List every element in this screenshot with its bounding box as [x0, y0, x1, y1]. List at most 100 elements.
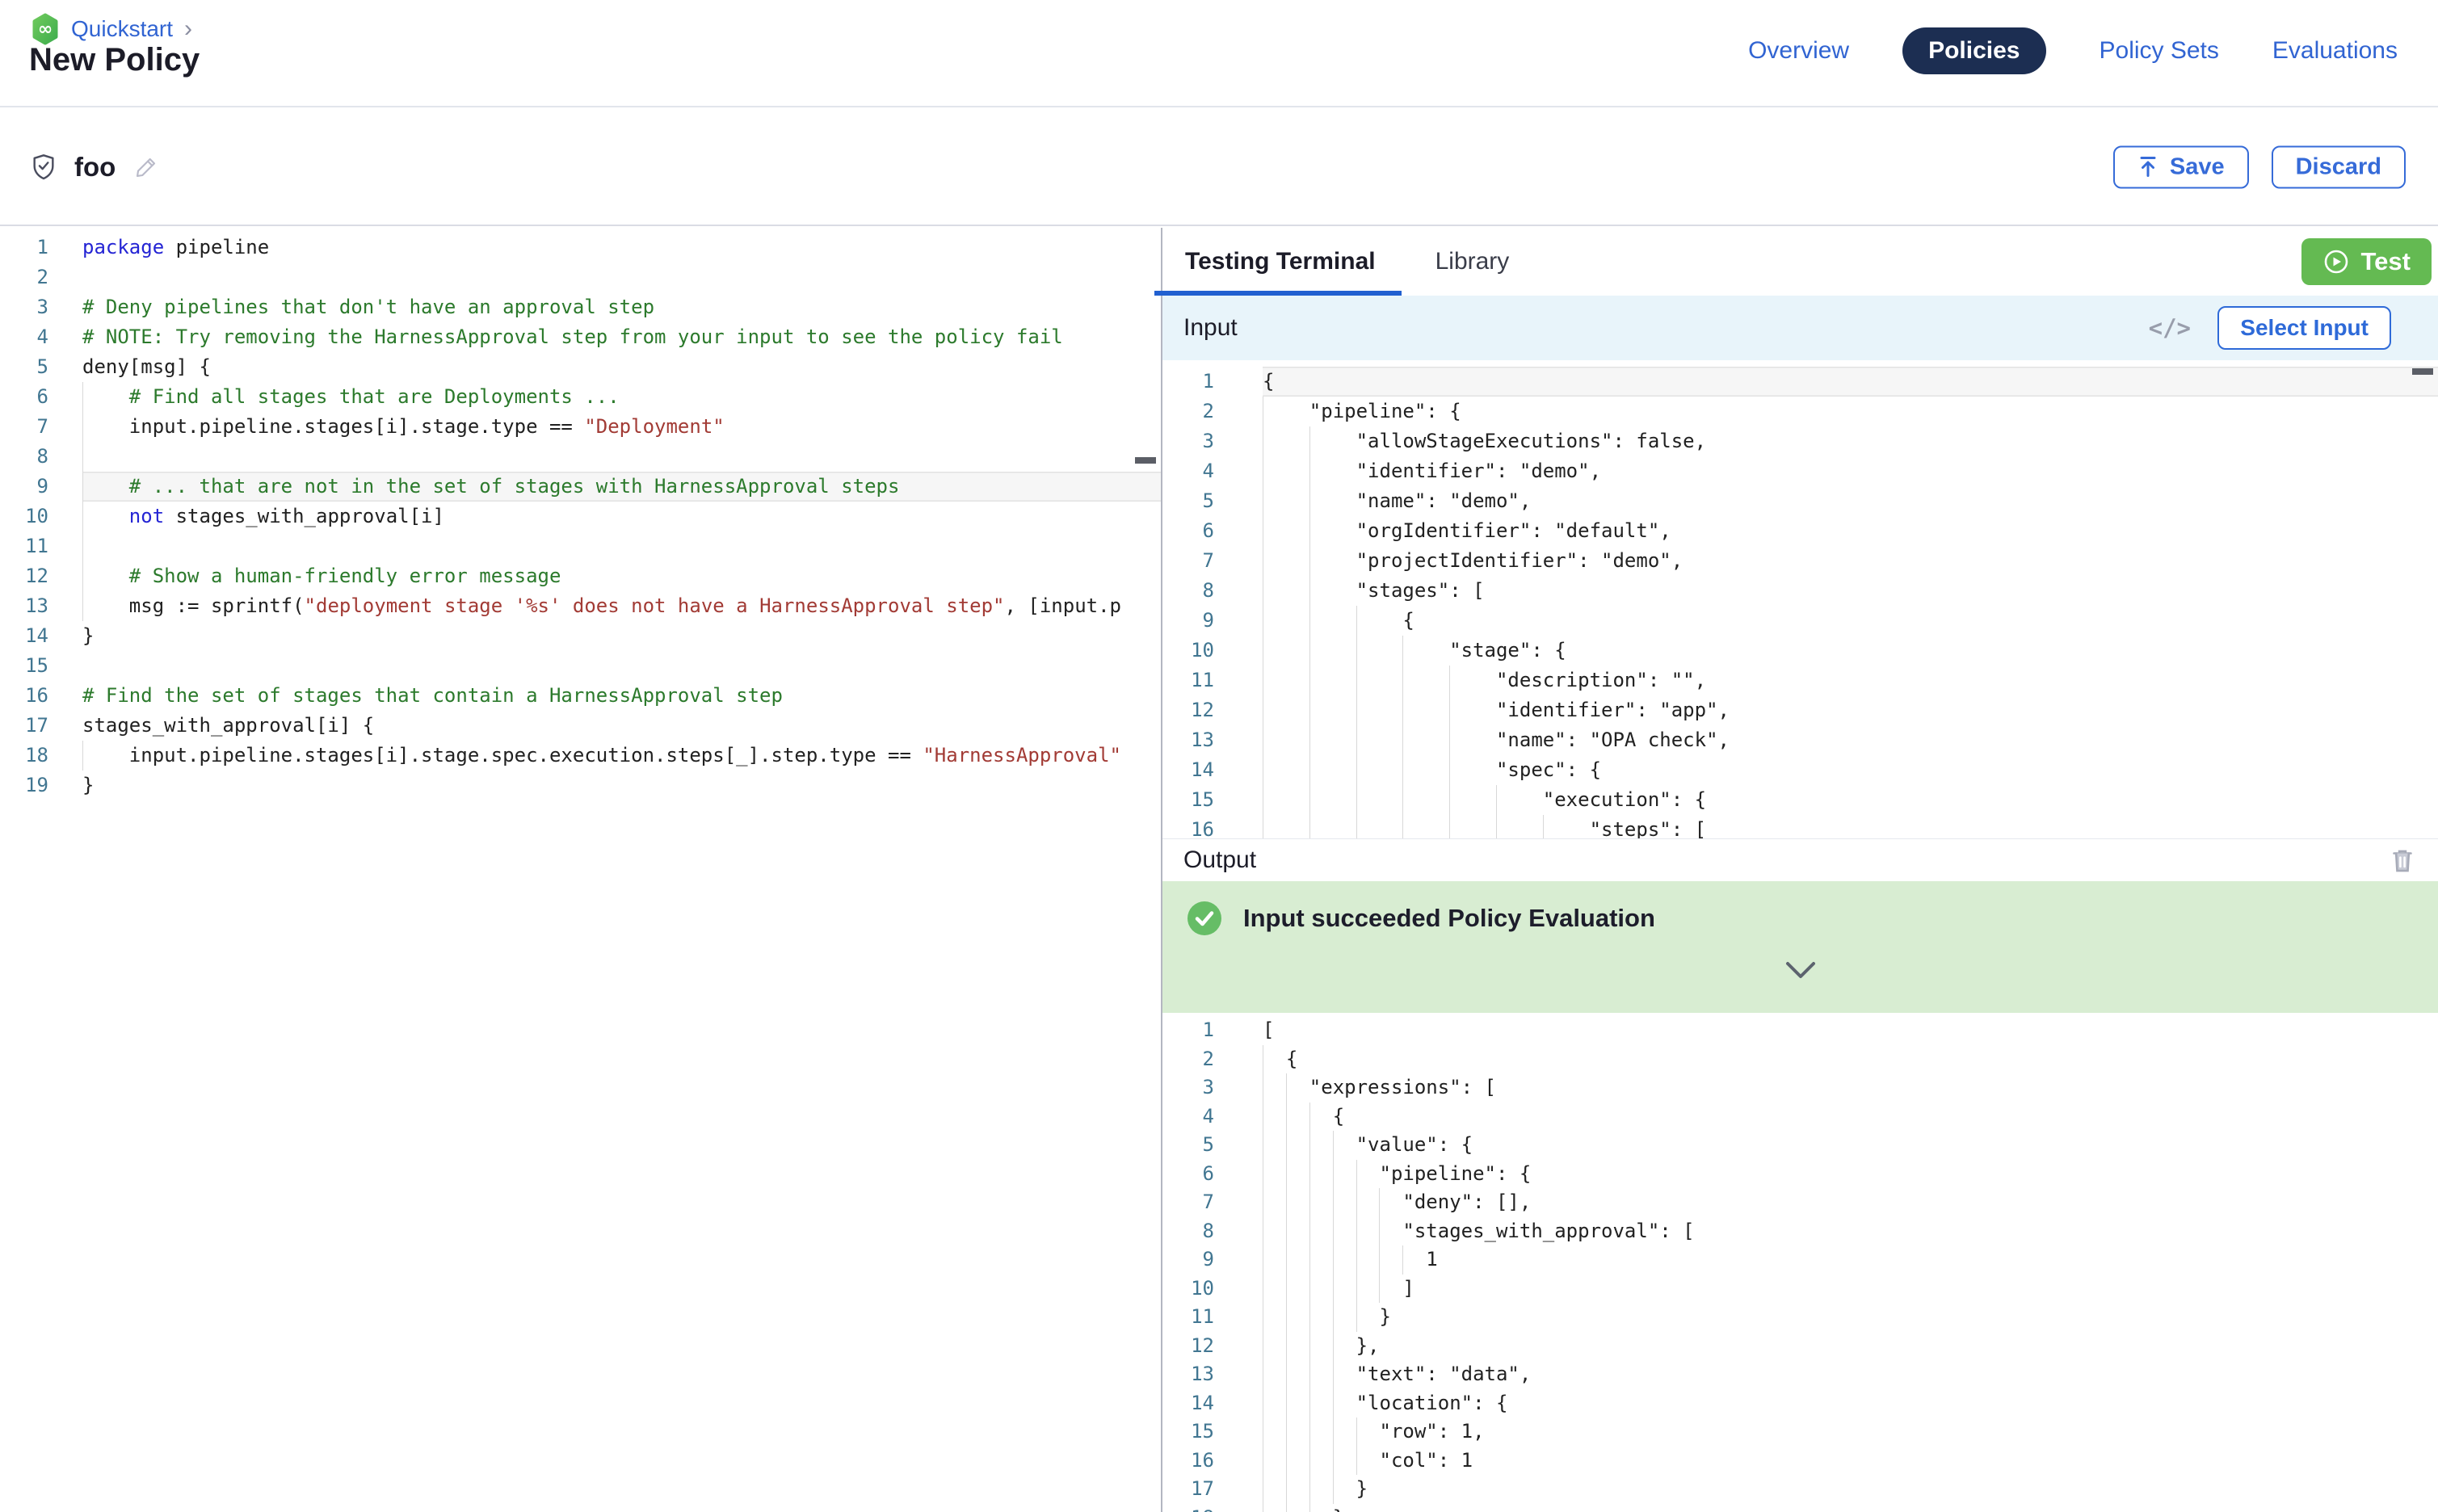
- breadcrumb-project-link[interactable]: Quickstart: [71, 16, 173, 42]
- line-number: 15: [1162, 785, 1263, 815]
- indent-guide: [82, 502, 83, 531]
- policy-editor-page: ∞ Quickstart › New Policy Overview Polic…: [0, 0, 2438, 1512]
- code-line: 8 "stages": [: [1162, 576, 2438, 606]
- line-number: 5: [0, 352, 82, 382]
- line-number: 15: [0, 651, 82, 681]
- line-number: 2: [1162, 1045, 1263, 1074]
- policy-name-group: foo: [31, 109, 159, 225]
- indent-guide: [1309, 725, 1310, 755]
- indent-guide: [1286, 1275, 1287, 1304]
- input-section-header: Input </> Select Input: [1162, 296, 2438, 360]
- indent-guide: [1309, 666, 1310, 695]
- line-number: 3: [0, 292, 82, 322]
- line-number: 12: [1162, 1332, 1263, 1361]
- code-line: 19}: [0, 771, 1161, 800]
- code-text: # Deny pipelines that don't have an appr…: [82, 292, 1161, 322]
- nav-tab-evaluations[interactable]: Evaluations: [2272, 37, 2398, 65]
- discard-button-label: Discard: [2296, 153, 2381, 180]
- indent-guide: [1402, 636, 1403, 666]
- code-line: 6 "orgIdentifier": "default",: [1162, 516, 2438, 546]
- indent-guide: [1309, 426, 1310, 456]
- code-line: 12 "identifier": "app",: [1162, 695, 2438, 725]
- tab-testing-terminal[interactable]: Testing Terminal: [1177, 228, 1384, 296]
- line-number: 4: [1162, 456, 1263, 486]
- indent-guide: [1356, 1188, 1357, 1217]
- code-line: 10 not stages_with_approval[i]: [0, 502, 1161, 531]
- overview-ruler-mark: [2412, 368, 2433, 375]
- policy-toolbar: foo Save Discard: [0, 109, 2438, 226]
- line-number: 2: [0, 262, 82, 292]
- test-button[interactable]: Test: [2301, 238, 2432, 285]
- banner-message-row: Input succeeded Policy Evaluation: [1162, 881, 2438, 936]
- line-number: 6: [0, 382, 82, 412]
- toolbar-actions: Save Discard: [2113, 145, 2406, 188]
- code-line: 16 "steps": [: [1162, 815, 2438, 838]
- code-text: not stages_with_approval[i]: [82, 502, 1161, 531]
- line-number: 5: [1162, 1131, 1263, 1160]
- edit-pencil-icon[interactable]: [133, 154, 159, 180]
- code-text: {: [1263, 606, 2438, 636]
- line-number: 7: [1162, 546, 1263, 576]
- indent-guide: [1333, 1418, 1334, 1447]
- code-text: "location": {: [1263, 1389, 2438, 1418]
- line-number: 10: [1162, 1275, 1263, 1304]
- success-check-icon: [1187, 901, 1222, 936]
- indent-guide: [1356, 1303, 1357, 1332]
- code-text: ]: [1263, 1275, 2438, 1304]
- save-button[interactable]: Save: [2113, 145, 2249, 188]
- indent-guide: [1309, 486, 1310, 516]
- indent-guide: [82, 442, 83, 472]
- indent-guide: [1309, 516, 1310, 546]
- test-button-label: Test: [2361, 247, 2411, 276]
- chevron-down-icon[interactable]: [1784, 960, 1817, 980]
- line-number: 9: [0, 472, 82, 502]
- indent-guide: [1286, 1131, 1287, 1160]
- code-text: msg := sprintf("deployment stage '%s' do…: [82, 591, 1161, 621]
- indent-guide: [1286, 1188, 1287, 1217]
- trash-icon[interactable]: [2390, 846, 2415, 874]
- code-line: 12 },: [1162, 1332, 2438, 1361]
- nav-tab-policy-sets[interactable]: Policy Sets: [2100, 37, 2219, 65]
- line-number: 6: [1162, 1160, 1263, 1189]
- line-number: 12: [0, 561, 82, 591]
- output-json-editor[interactable]: 1[2 {3 "expressions": [4 {5 "value": {6 …: [1162, 1013, 2438, 1512]
- code-line: 15 "execution": {: [1162, 785, 2438, 815]
- input-json-editor[interactable]: 1{2 "pipeline": {3 "allowStageExecutions…: [1162, 360, 2438, 838]
- code-text: "name": "demo",: [1263, 486, 2438, 516]
- tab-library[interactable]: Library: [1427, 228, 1518, 296]
- code-brackets-icon[interactable]: </>: [2149, 314, 2191, 342]
- line-number: 15: [1162, 1418, 1263, 1447]
- indent-guide: [1333, 1389, 1334, 1418]
- discard-button[interactable]: Discard: [2272, 145, 2406, 188]
- line-number: 18: [0, 741, 82, 771]
- indent-guide: [82, 741, 83, 771]
- code-line: 15: [0, 651, 1161, 681]
- code-line: 7 input.pipeline.stages[i].stage.type ==…: [0, 412, 1161, 442]
- indent-guide: [1356, 1160, 1357, 1189]
- code-text: input.pipeline.stages[i].stage.type == "…: [82, 412, 1161, 442]
- indent-guide: [1286, 1389, 1287, 1418]
- select-input-button[interactable]: Select Input: [2217, 306, 2391, 350]
- nav-tab-policies[interactable]: Policies: [1902, 27, 2045, 74]
- code-text: [82, 262, 1161, 292]
- code-text: # NOTE: Try removing the HarnessApproval…: [82, 322, 1161, 352]
- code-line: 6 "pipeline": {: [1162, 1160, 2438, 1189]
- code-line: 3# Deny pipelines that don't have an app…: [0, 292, 1161, 322]
- nav-tab-overview[interactable]: Overview: [1748, 37, 1849, 65]
- indent-guide: [1333, 1131, 1334, 1160]
- indent-guide: [1309, 1418, 1310, 1447]
- policy-code-editor[interactable]: 1package pipeline23# Deny pipelines that…: [0, 228, 1162, 1512]
- line-number: 9: [1162, 1245, 1263, 1275]
- indent-guide: [1309, 1160, 1310, 1189]
- code-text: "stages_with_approval": [: [1263, 1217, 2438, 1246]
- indent-guide: [1356, 1447, 1357, 1476]
- code-line: 4 "identifier": "demo",: [1162, 456, 2438, 486]
- line-number: 13: [1162, 1360, 1263, 1389]
- code-text: }: [1263, 1504, 2438, 1512]
- code-text: },: [1263, 1332, 2438, 1361]
- line-number: 1: [1162, 367, 1263, 397]
- page-header: ∞ Quickstart › New Policy Overview Polic…: [0, 0, 2438, 107]
- code-text: "stages": [: [1263, 576, 2438, 606]
- indent-guide: [1402, 725, 1403, 755]
- code-line: 9 1: [1162, 1245, 2438, 1275]
